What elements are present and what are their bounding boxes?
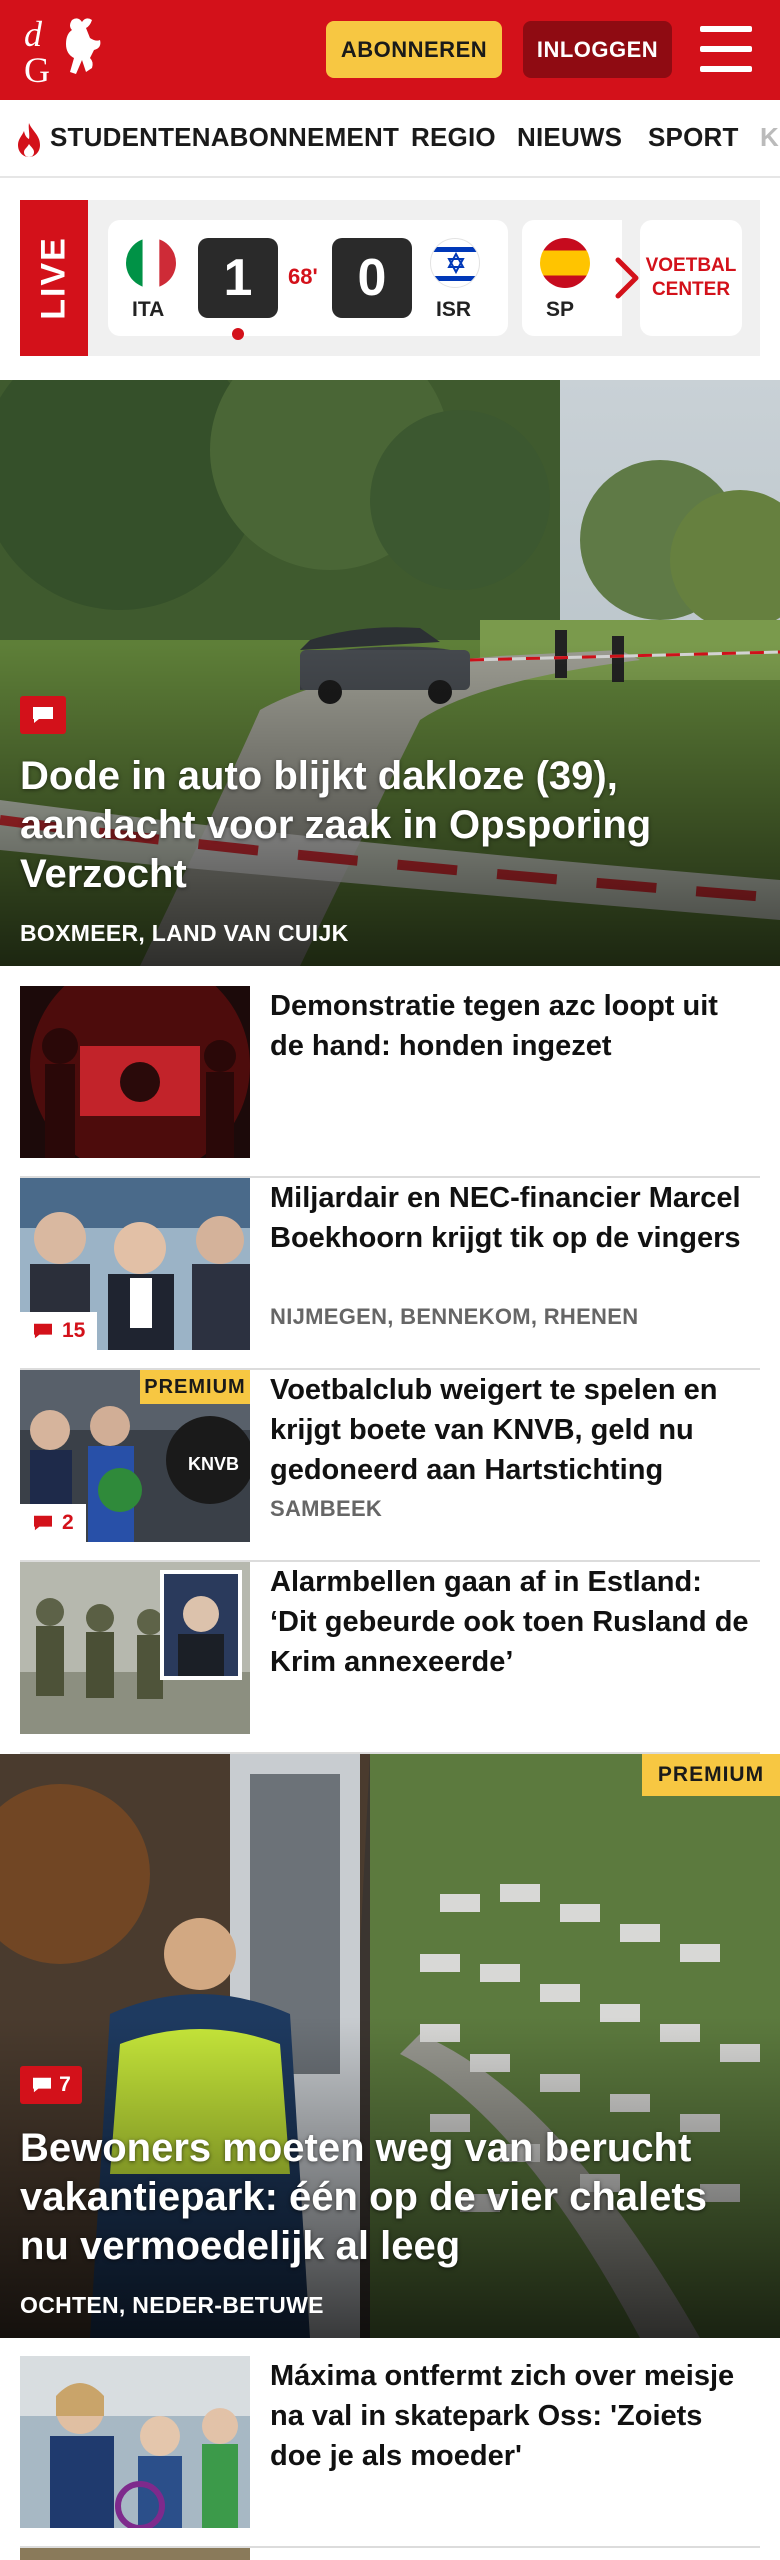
login-button[interactable]: INLOGGEN: [523, 21, 672, 78]
italy-flag-icon: [126, 238, 176, 288]
home-team-code: ITA: [132, 298, 165, 321]
section-nav: STUDENTENABONNEMENT REGIO NIEUWS SPORT K: [0, 100, 780, 178]
article-item[interactable]: Máxima ontfermt zich over meisje na val …: [20, 2356, 760, 2548]
subscribe-button[interactable]: ABONNEREN: [326, 21, 502, 78]
live-label: LIVE: [20, 200, 88, 356]
nav-item-nieuws[interactable]: NIEUWS: [517, 122, 622, 153]
hero-title[interactable]: Dode in auto blijkt dakloze (39), aandac…: [20, 752, 720, 899]
comment-count: 15: [20, 1312, 98, 1350]
comment-icon: [33, 2077, 52, 2093]
comment-icon: [20, 696, 66, 734]
live-indicator-dot: [232, 328, 244, 340]
hero-article-2[interactable]: PREMIUM 7 Bewoners moeten weg van beruch…: [0, 1754, 780, 2338]
hamburger-menu-icon[interactable]: [700, 26, 752, 72]
flame-icon: [18, 123, 40, 157]
match-card[interactable]: ITA 1 68' 0 ISR: [108, 220, 508, 340]
premium-badge: PREMIUM: [642, 1754, 780, 1796]
comment-count: 2: [20, 1504, 86, 1542]
live-scores: LIVE ITA 1 68' 0 ISR SP VOETBAL CENTER: [0, 178, 780, 378]
match-minute: 68': [288, 264, 318, 289]
article-title[interactable]: Miljardair en NEC-financier Marcel Boekh…: [270, 1178, 750, 1258]
svg-text:G: G: [24, 50, 50, 88]
article-item-partial[interactable]: [20, 2548, 760, 2560]
article-item[interactable]: KNVB PREMIUM 2 Voetbalclub weigert te sp…: [20, 1370, 760, 1562]
article-title[interactable]: Demonstratie tegen azc loopt uit de hand…: [270, 986, 750, 1066]
article-thumbnail: [20, 2548, 250, 2560]
spain-flag-icon: [540, 238, 590, 288]
article-item[interactable]: Demonstratie tegen azc loopt uit de hand…: [20, 986, 760, 1178]
premium-badge: PREMIUM: [140, 1370, 250, 1404]
article-thumbnail: KNVB PREMIUM 2: [20, 1370, 250, 1542]
nav-item-studentenabonnement[interactable]: STUDENTENABONNEMENT: [50, 122, 399, 153]
svg-text:KNVB: KNVB: [188, 1454, 239, 1474]
nav-item-partial[interactable]: K: [760, 122, 779, 153]
hero-2-location: OCHTEN, NEDER-BETUWE: [20, 2292, 324, 2318]
match-card-next[interactable]: SP: [522, 220, 622, 336]
nav-item-regio[interactable]: REGIO: [411, 122, 496, 153]
away-score: 0: [332, 238, 412, 318]
away-team-code: ISR: [436, 298, 472, 321]
article-item[interactable]: Alarmbellen gaan af in Estland: ‘Dit geb…: [20, 1562, 760, 1754]
article-location: SAMBEEK: [270, 1496, 383, 1521]
article-item[interactable]: 15 Miljardair en NEC-financier Marcel Bo…: [20, 1178, 760, 1370]
article-title[interactable]: Máxima ontfermt zich over meisje na val …: [270, 2356, 750, 2476]
israel-flag-icon: [430, 238, 480, 288]
article-title[interactable]: Voetbalclub weigert te spelen en krijgt …: [270, 1370, 750, 1490]
hero-2-title[interactable]: Bewoners moeten weg van berucht vakantie…: [20, 2124, 740, 2271]
comment-icon: [34, 1323, 52, 1339]
hero-article[interactable]: Dode in auto blijkt dakloze (39), aandac…: [0, 380, 780, 966]
article-thumbnail: [20, 2356, 250, 2528]
live-scores-panel: LIVE ITA 1 68' 0 ISR SP VOETBAL CENTER: [20, 200, 760, 356]
article-thumbnail: [20, 986, 250, 1158]
home-score: 1: [198, 238, 278, 318]
voetbal-center-link[interactable]: VOETBAL CENTER: [640, 220, 742, 336]
comment-icon: [34, 1515, 52, 1531]
article-thumbnail: 15: [20, 1178, 250, 1350]
article-title[interactable]: Alarmbellen gaan af in Estland: ‘Dit geb…: [270, 1562, 750, 1682]
site-header: d G ABONNEREN INLOGGEN: [0, 0, 780, 100]
svg-text:d: d: [24, 14, 43, 54]
site-logo[interactable]: d G: [22, 12, 114, 88]
article-location: NIJMEGEN, BENNEKOM, RHENEN: [270, 1304, 639, 1329]
next-team-code: SP: [546, 298, 575, 321]
comment-count: 7: [20, 2066, 82, 2104]
nav-item-sport[interactable]: SPORT: [648, 122, 739, 153]
hero-location: BOXMEER, LAND VAN CUIJK: [20, 920, 349, 946]
article-thumbnail: [20, 1562, 250, 1734]
